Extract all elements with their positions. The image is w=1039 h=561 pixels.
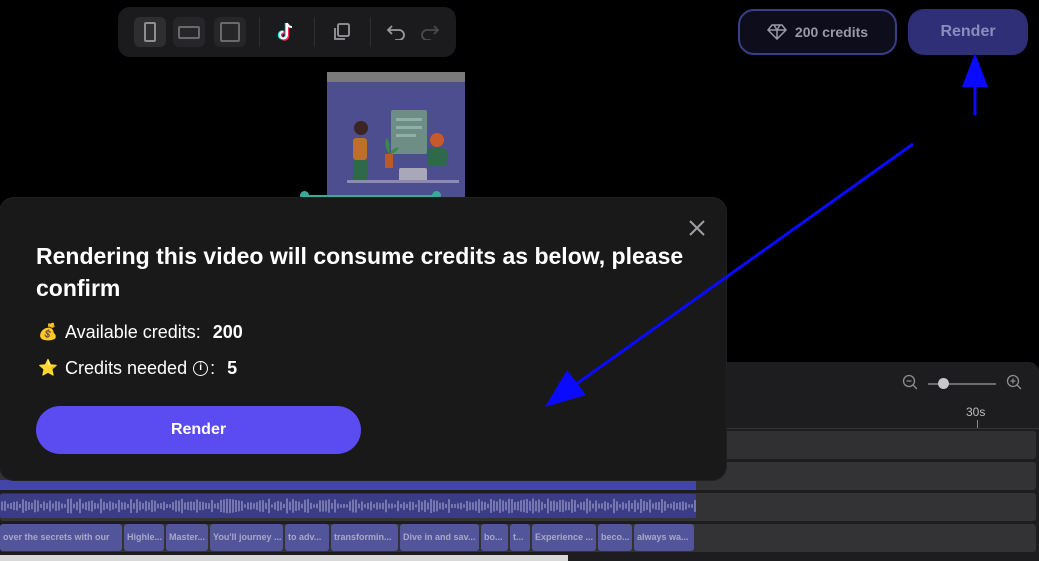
portrait-aspect-icon [144, 22, 156, 42]
caption-clip[interactable]: to adv... [285, 524, 329, 551]
caption-clip[interactable]: beco... [598, 524, 632, 551]
star-icon: ⭐ [38, 360, 58, 377]
money-bag-icon: 💰 [38, 324, 58, 341]
audio-waveform[interactable] [0, 494, 696, 518]
credits-balance-label: 200 credits [794, 24, 869, 40]
caption-clip[interactable]: Experience ... [532, 524, 596, 551]
landscape-aspect-button[interactable] [173, 17, 205, 47]
timeline-zoom-control [900, 374, 1024, 394]
square-aspect-icon [220, 22, 240, 42]
preview-illustration [327, 82, 465, 198]
portrait-aspect-button[interactable] [134, 17, 166, 47]
duplicate-icon [334, 23, 350, 40]
zoom-out-icon[interactable] [900, 374, 920, 394]
caption-clip[interactable]: Dive in and sav... [400, 524, 479, 551]
dialog-title: Rendering this video will consume credit… [36, 243, 684, 301]
timeline-scrollbar[interactable] [0, 555, 568, 561]
toolbar-divider [370, 17, 371, 47]
ruler-time-label: 30s [966, 405, 986, 419]
confirm-render-button[interactable]: Render [36, 406, 361, 454]
caption-clip[interactable]: Master... [166, 524, 208, 551]
close-icon [689, 220, 705, 236]
video-clip[interactable] [0, 480, 696, 490]
available-credits-label: Available credits: [65, 321, 201, 342]
video-preview[interactable] [327, 72, 465, 198]
undo-button[interactable] [380, 17, 412, 47]
landscape-aspect-icon [178, 25, 200, 39]
zoom-slider-knob[interactable] [938, 378, 949, 389]
tiktok-icon [277, 22, 293, 41]
toolbar-divider [259, 17, 260, 47]
available-credits-value: 200 [212, 321, 243, 342]
credits-balance-button[interactable]: 200 credits [738, 9, 897, 55]
square-aspect-button[interactable] [214, 17, 246, 47]
diamond-icon [766, 24, 787, 40]
caption-clip[interactable]: t... [510, 524, 530, 551]
caption-clip[interactable]: always wa... [634, 524, 694, 551]
undo-icon [386, 25, 405, 40]
credits-needed-row: ⭐ Credits needed i : 5 [38, 357, 238, 378]
canvas-toolbar [118, 7, 456, 57]
available-credits-row: 💰 Available credits: 200 [38, 320, 243, 344]
render-button[interactable]: Render [908, 9, 1028, 55]
waveform-graphic [1, 498, 696, 514]
credits-needed-label: Credits needed [65, 357, 188, 378]
info-icon[interactable]: i [193, 360, 209, 376]
selection-handle-bar[interactable] [303, 195, 438, 197]
redo-icon [421, 25, 440, 40]
zoom-in-icon[interactable] [1004, 374, 1024, 394]
caption-clip[interactable]: You'll journey ... [210, 524, 283, 551]
ruler-tick [977, 420, 978, 428]
caption-clip[interactable]: Highle... [124, 524, 164, 551]
caption-clip[interactable]: over the secrets with our [0, 524, 122, 551]
caption-clip[interactable]: transformin... [331, 524, 398, 551]
toolbar-divider [314, 17, 315, 47]
tiktok-button[interactable] [270, 17, 302, 47]
credits-needed-value: 5 [227, 357, 238, 378]
duplicate-button[interactable] [326, 17, 358, 47]
annotation-arrowhead-up [962, 53, 988, 87]
redo-button[interactable] [414, 17, 446, 47]
caption-clip[interactable]: bo... [481, 524, 508, 551]
close-button[interactable] [687, 218, 707, 238]
